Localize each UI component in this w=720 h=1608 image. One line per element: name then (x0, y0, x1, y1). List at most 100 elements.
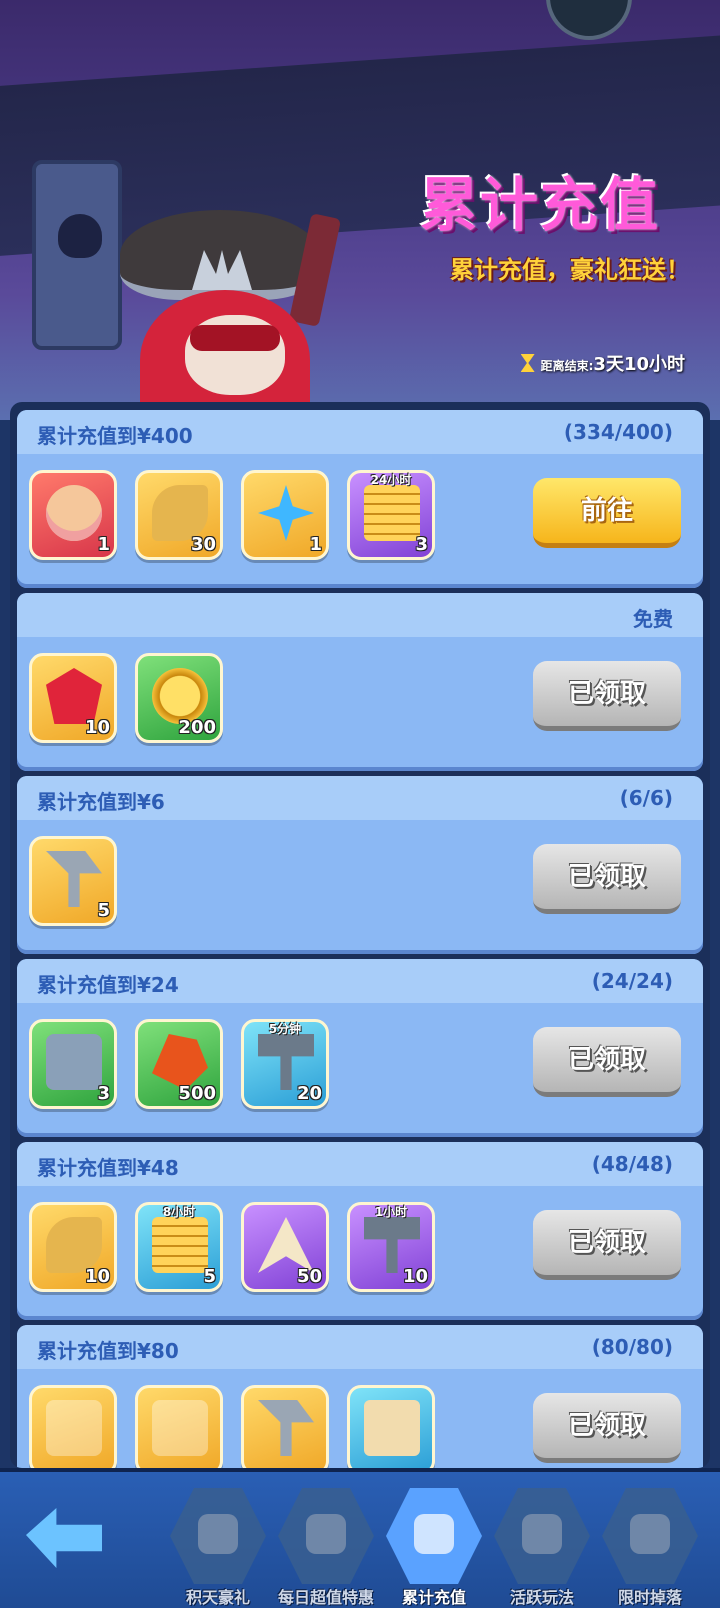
reward-card: 免费 10 200 已领取 (17, 593, 703, 771)
card-title: 累计充值到¥6 (37, 790, 165, 814)
event-countdown: 距离结束:3天10小时 (485, 350, 685, 376)
reward-item[interactable]: 200 (135, 653, 223, 743)
claimed-button[interactable]: 已领取 (533, 1393, 681, 1463)
reward-item[interactable] (347, 1385, 435, 1468)
card-progress: 免费 (633, 607, 673, 631)
red-gem-icon (46, 668, 102, 724)
gift-box-icon (630, 1514, 670, 1554)
reward-item[interactable]: 24小时 3 (347, 470, 435, 560)
orange-crystal-icon (152, 1034, 208, 1090)
back-button[interactable] (22, 1502, 102, 1572)
nav-tab[interactable]: 限时掉落 (596, 1484, 704, 1608)
blue-star-crystal-icon (258, 485, 314, 541)
armor-icon (152, 1400, 208, 1456)
reward-item[interactable] (29, 1385, 117, 1468)
item-quantity: 3 (97, 1083, 110, 1104)
tab-label: 活跃玩法 (509, 1588, 574, 1607)
coin-bag-icon (198, 1514, 238, 1554)
reward-card: 累计充值到¥80 (80/80) 已领取 (17, 1325, 703, 1468)
reward-item[interactable]: 3 (29, 1019, 117, 1109)
item-quantity: 5 (203, 1266, 216, 1287)
gold-coin-icon (152, 668, 208, 724)
reward-item[interactable] (135, 1385, 223, 1468)
reward-item[interactable]: 500 (135, 1019, 223, 1109)
scroll-map-icon (364, 1400, 420, 1456)
hammer-speedup-icon (364, 1217, 420, 1273)
reward-item[interactable]: 5分钟 20 (241, 1019, 329, 1109)
item-quantity: 50 (296, 1266, 322, 1287)
character-portrait-icon (46, 485, 102, 541)
item-quantity: 500 (178, 1083, 216, 1104)
item-duration-tag: 24小时 (370, 473, 412, 487)
item-quantity: 1 (309, 534, 322, 555)
hourglass-icon (520, 354, 535, 372)
item-quantity: 5 (97, 900, 110, 921)
top-badge-icon (546, 0, 632, 40)
card-title: 累计充值到¥48 (37, 1156, 179, 1180)
card-title: 累计充值到¥400 (37, 424, 193, 448)
claimed-button[interactable]: 已领取 (533, 1027, 681, 1097)
pirate-character-art (100, 210, 342, 420)
reward-item[interactable]: 1 (29, 470, 117, 560)
compass-icon (522, 1514, 562, 1554)
coin-bag-icon (414, 1514, 454, 1554)
reward-item[interactable]: 10 (29, 653, 117, 743)
card-title: 累计充值到¥24 (37, 973, 179, 997)
bottom-nav: 积天豪礼 每日超值特惠 累计充值 活跃玩法 限时掉落 (0, 1468, 720, 1608)
skull-book-icon (46, 1400, 102, 1456)
go-button[interactable]: 前往 (533, 478, 681, 548)
reward-item[interactable]: 50 (241, 1202, 329, 1292)
card-title: 累计充值到¥80 (37, 1339, 179, 1363)
item-quantity: 30 (190, 534, 216, 555)
golden-horn-icon (46, 1217, 102, 1273)
reward-item[interactable]: 5 (29, 836, 117, 926)
countdown-value: 3天10小时 (593, 354, 685, 375)
reward-card: 累计充值到¥6 (6/6) 5 已领取 (17, 776, 703, 954)
countdown-label: 距离结束: (540, 359, 594, 373)
tab-label: 每日超值特惠 (277, 1588, 374, 1607)
card-progress: (334/400) (563, 420, 673, 444)
reward-item[interactable]: 8小时 5 (135, 1202, 223, 1292)
gold-coin-stack-timer-icon (152, 1217, 208, 1273)
horn-trumpet-icon (46, 851, 102, 907)
event-banner: 累计充值 累计充值，豪礼狂送！ 距离结束:3天10小时 (0, 0, 720, 420)
star-gift-icon (306, 1514, 346, 1554)
event-title: 累计充值 (419, 171, 660, 239)
hammer-speedup-icon (258, 1034, 314, 1090)
reward-list[interactable]: 累计充值到¥400 (334/400) 1 30 1 24小时 3 前往 免费 … (10, 402, 710, 1468)
item-quantity: 200 (178, 717, 216, 738)
card-progress: (24/24) (591, 969, 673, 993)
reward-card: 累计充值到¥24 (24/24) 3 500 5分钟 20 已领取 (17, 959, 703, 1137)
item-quantity: 10 (402, 1266, 428, 1287)
card-header: 累计充值到¥48 (48/48) (17, 1142, 703, 1186)
card-header: 累计充值到¥400 (334/400) (17, 410, 703, 454)
reward-card: 累计充值到¥48 (48/48) 10 8小时 5 50 1小时 10 已领取 (17, 1142, 703, 1320)
skull-icon (58, 214, 102, 258)
tab-label: 积天豪礼 (185, 1588, 250, 1607)
back-arrow-icon (26, 1508, 102, 1568)
reward-item[interactable] (241, 1385, 329, 1468)
claimed-button[interactable]: 已领取 (533, 661, 681, 731)
card-progress: (6/6) (619, 786, 673, 810)
item-quantity: 20 (296, 1083, 322, 1104)
event-subtitle: 累计充值，豪礼狂送！ (450, 256, 690, 284)
horn-trumpet-icon (258, 1400, 314, 1456)
nav-tab[interactable]: 积天豪礼 (164, 1484, 272, 1608)
reward-item[interactable]: 1小时 10 (347, 1202, 435, 1292)
item-quantity: 3 (415, 534, 428, 555)
item-quantity: 10 (84, 717, 110, 738)
nav-tab[interactable]: 活跃玩法 (488, 1484, 596, 1608)
nav-tab[interactable]: 每日超值特惠 (272, 1484, 380, 1608)
item-quantity: 10 (84, 1266, 110, 1287)
reward-item[interactable]: 30 (135, 470, 223, 560)
reward-item[interactable]: 1 (241, 470, 329, 560)
card-progress: (48/48) (591, 1152, 673, 1176)
tab-label: 限时掉落 (617, 1588, 682, 1607)
golden-horn-icon (152, 485, 208, 541)
claimed-button[interactable]: 已领取 (533, 1210, 681, 1280)
nav-tab[interactable]: 累计充值 (380, 1484, 488, 1608)
reward-item[interactable]: 10 (29, 1202, 117, 1292)
reward-card: 累计充值到¥400 (334/400) 1 30 1 24小时 3 前往 (17, 410, 703, 588)
claimed-button[interactable]: 已领取 (533, 844, 681, 914)
card-progress: (80/80) (591, 1335, 673, 1359)
